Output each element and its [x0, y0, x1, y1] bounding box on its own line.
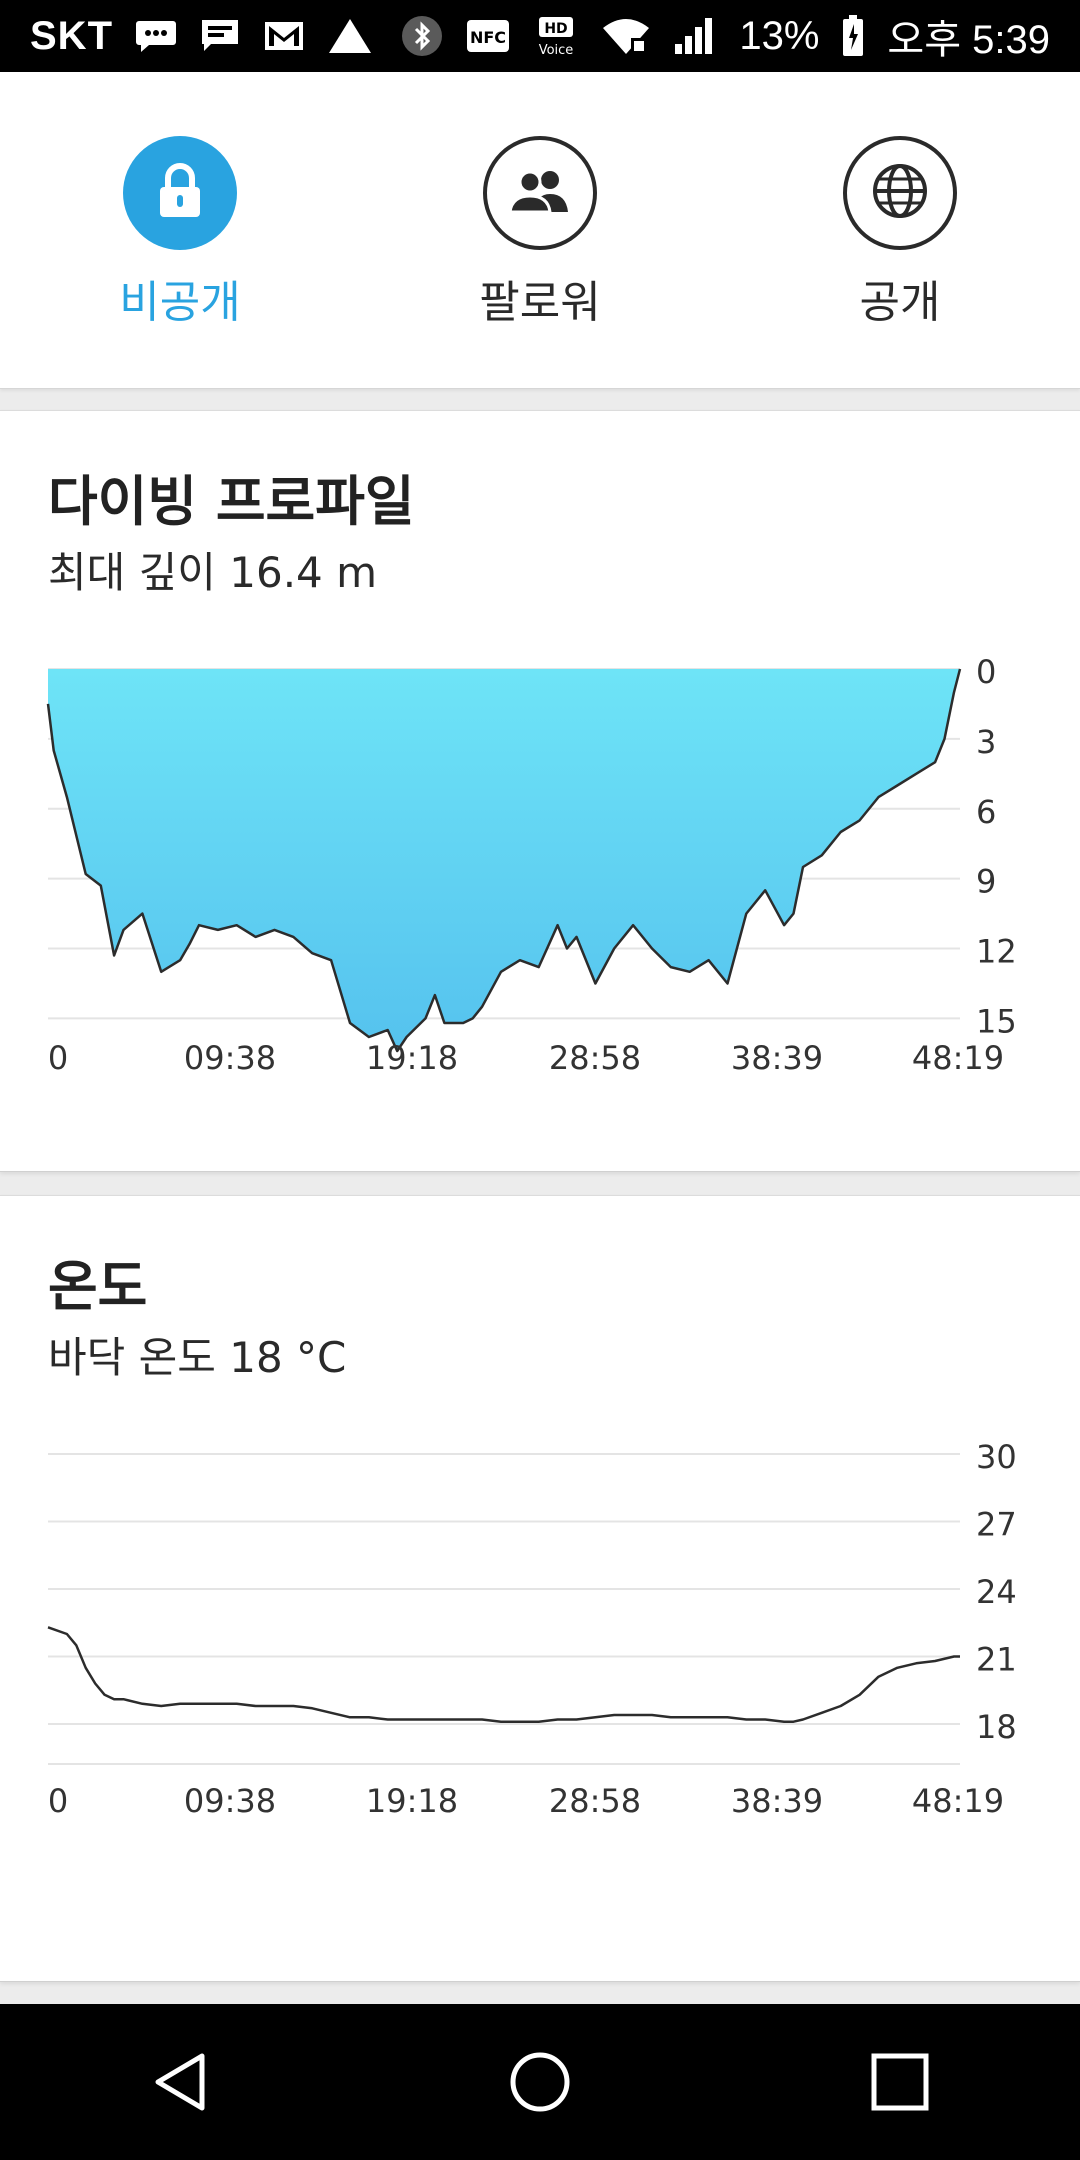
- x-tick-label: 19:18: [366, 1782, 458, 1820]
- followers-icon: [508, 168, 572, 218]
- temperature-card: 온도 바닥 온도 18 °C 18 21 24 27 30 0 09:38 19:18 28:5…: [0, 1195, 1080, 1982]
- dive-profile-title: 다이빙 프로파일: [48, 470, 415, 533]
- depth-area: [48, 669, 960, 1051]
- x-tick-label: 38:39: [731, 1039, 823, 1077]
- status-bar: SKT NFC HD Voice 13% 오후 5:39: [0, 0, 1080, 72]
- y-tick-label: 9: [976, 863, 996, 901]
- x-tick-label: 09:38: [184, 1039, 276, 1077]
- public-label: 공개: [859, 277, 941, 328]
- globe-icon: [871, 162, 929, 224]
- y-tick-label: 27: [976, 1506, 1017, 1544]
- bluetooth-icon: [401, 15, 443, 57]
- dive-profile-chart: 0 3 6 9 12 15 0 09:38 19:18 28:58 38:39 48:19: [46, 653, 1017, 1077]
- battery-percent: 13%: [739, 13, 820, 58]
- privacy-card: 비공개 팔로워 공개: [0, 72, 1080, 389]
- x-tick-label: 19:18: [366, 1039, 458, 1077]
- svg-text:NFC: NFC: [470, 28, 506, 47]
- hd-voice-icon: HD Voice: [533, 15, 579, 57]
- dive-profile-card: 다이빙 프로파일 최대 깊이 16.4 m 0 3 6 9 12 15 0 09:38 19:1…: [0, 410, 1080, 1172]
- status-bar-left: SKT: [30, 14, 373, 59]
- home-button[interactable]: [480, 2022, 600, 2142]
- y-tick-label: 6: [976, 793, 996, 831]
- temperature-chart: 18 21 24 27 30 0 09:38 19:18 28:58 38:39 48:19: [47, 1438, 1017, 1820]
- y-tick-label: 30: [976, 1438, 1017, 1476]
- x-tick-label: 28:58: [549, 1039, 641, 1077]
- svg-text:Voice: Voice: [539, 43, 574, 57]
- lock-icon: [154, 161, 206, 225]
- wifi-icon: [601, 16, 651, 56]
- status-bar-right: NFC HD Voice 13% 오후 5:39: [401, 7, 1050, 65]
- x-tick-label: 48:19: [912, 1039, 1004, 1077]
- temperature-title: 온도: [48, 1255, 148, 1318]
- home-icon: [510, 2052, 570, 2112]
- battery-icon: [841, 14, 865, 58]
- recents-button[interactable]: [840, 2022, 960, 2142]
- x-tick-label: 0: [48, 1782, 68, 1820]
- private-label: 비공개: [119, 277, 241, 328]
- svg-text:HD: HD: [545, 21, 568, 37]
- followers-label: 팔로워: [479, 277, 601, 328]
- x-tick-label: 38:39: [731, 1782, 823, 1820]
- bottom-temperature-label: 바닥 온도 18 °C: [48, 1333, 347, 1382]
- x-tick-label: 09:38: [184, 1782, 276, 1820]
- privacy-option-followers[interactable]: 팔로워: [420, 136, 660, 330]
- y-tick-label: 0: [976, 653, 996, 691]
- chat-icon: [135, 19, 177, 53]
- y-tick-label: 3: [976, 723, 996, 761]
- carrier-label: SKT: [30, 13, 113, 58]
- x-tick-label: 48:19: [912, 1782, 1004, 1820]
- warning-icon: [327, 17, 373, 55]
- y-tick-label: 18: [976, 1708, 1017, 1746]
- y-tick-label: 15: [976, 1002, 1017, 1040]
- max-depth-label: 최대 깊이 16.4 m: [48, 548, 378, 597]
- signal-icon: [673, 16, 717, 56]
- sms-icon: [199, 18, 241, 54]
- back-icon: [155, 2053, 205, 2111]
- x-tick-label: 0: [48, 1039, 68, 1077]
- privacy-option-private[interactable]: 비공개: [60, 136, 300, 330]
- recents-icon: [871, 2053, 929, 2111]
- clock: 오후 5:39: [887, 18, 1050, 62]
- public-toggle[interactable]: [843, 136, 957, 250]
- privacy-option-public[interactable]: 공개: [780, 136, 1020, 330]
- y-tick-label: 24: [976, 1573, 1017, 1611]
- temperature-line: [47, 1626, 960, 1723]
- y-tick-label: 21: [976, 1641, 1017, 1679]
- back-button[interactable]: [120, 2022, 240, 2142]
- followers-toggle[interactable]: [483, 136, 597, 250]
- gmail-icon: [263, 20, 305, 52]
- y-tick-label: 12: [976, 933, 1017, 971]
- x-tick-label: 28:58: [549, 1782, 641, 1820]
- navigation-bar: [0, 2004, 1080, 2160]
- nfc-icon: NFC: [465, 18, 511, 54]
- private-toggle[interactable]: [123, 136, 237, 250]
